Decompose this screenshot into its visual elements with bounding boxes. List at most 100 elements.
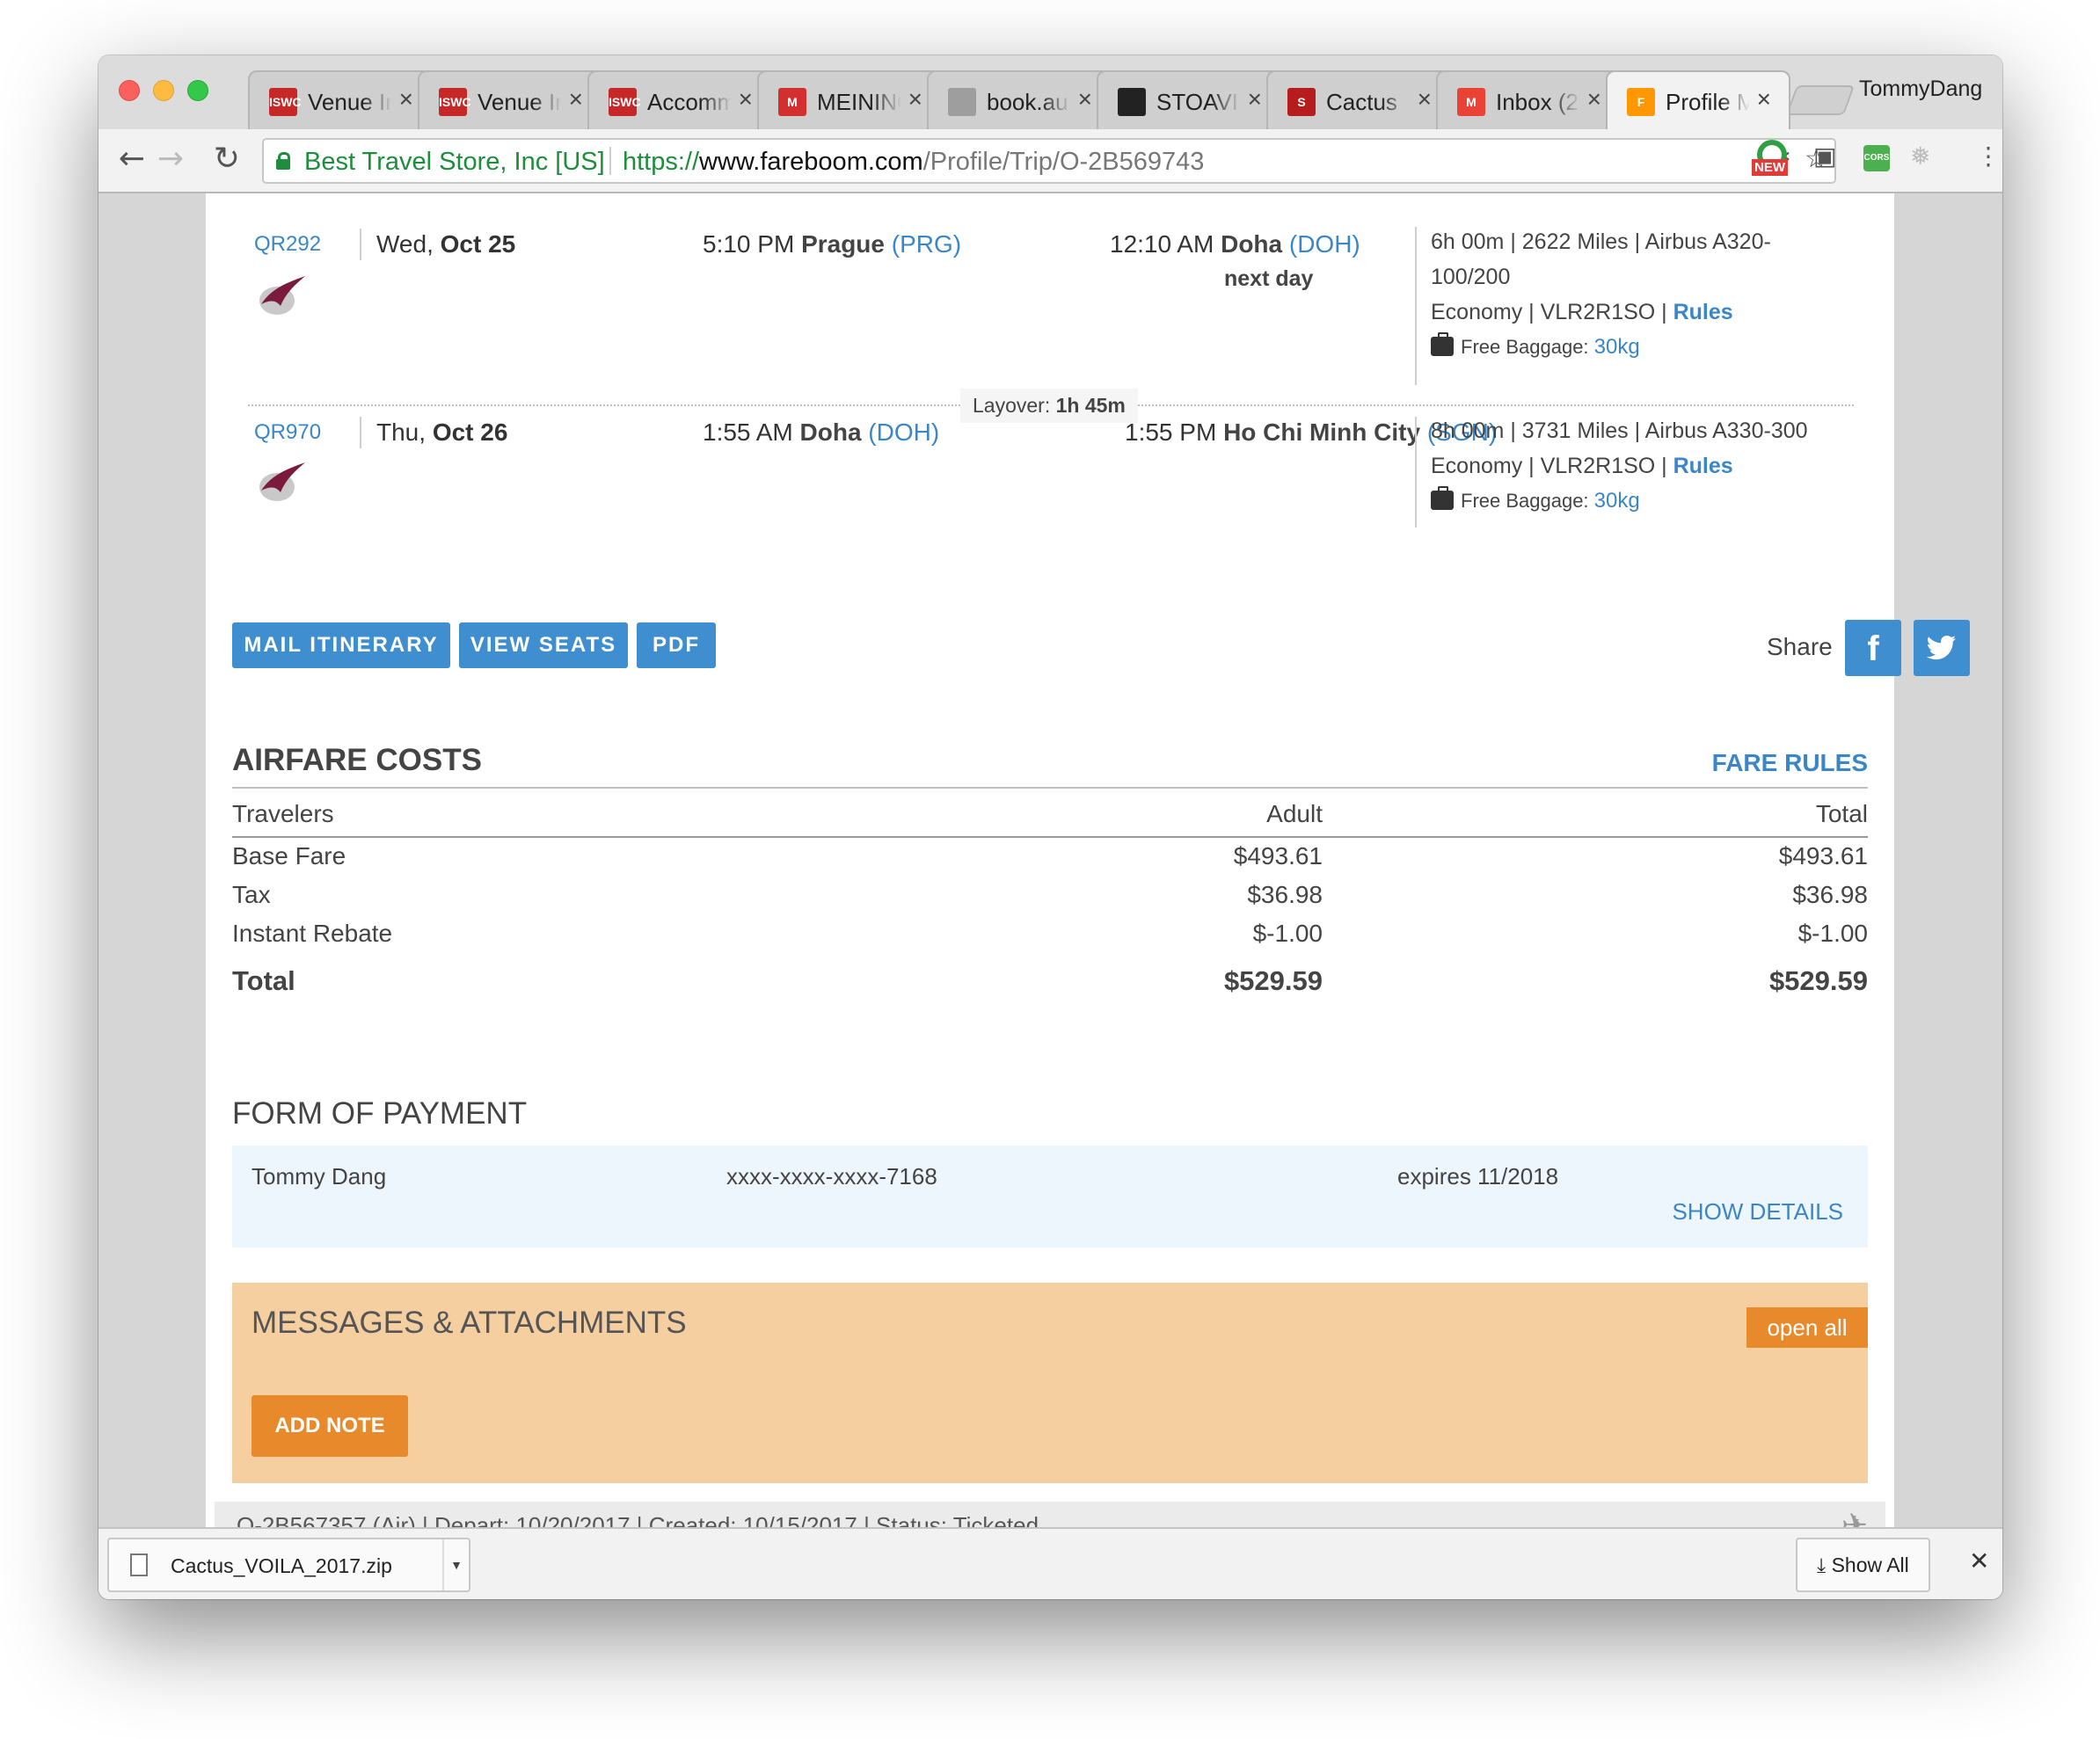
cabin-class: Economy | VLR2R1SO | xyxy=(1431,454,1667,478)
tab-close-icon[interactable]: × xyxy=(1248,85,1262,113)
tab-close-icon[interactable]: × xyxy=(1078,85,1092,113)
qatar-airways-logo-icon xyxy=(259,276,305,315)
new-tab-button[interactable] xyxy=(1785,85,1856,115)
address-bar[interactable]: Best Travel Store, Inc [US] https://www.… xyxy=(262,138,1836,184)
close-window-button[interactable] xyxy=(119,80,140,101)
mail-itinerary-button[interactable]: MAIL ITINERARY xyxy=(232,622,450,668)
tab-title: Profile My Trips xyxy=(1666,89,1750,116)
download-item[interactable]: Cactus_VOILA_2017.zip ▼ xyxy=(107,1538,470,1592)
tab-close-icon[interactable]: × xyxy=(1418,85,1432,113)
rules-link[interactable]: Rules xyxy=(1673,300,1733,324)
browser-tab[interactable]: S Cactus × xyxy=(1266,70,1451,129)
table-header-divider xyxy=(232,836,1868,838)
tab-close-icon[interactable]: × xyxy=(399,85,413,113)
flight-date: Thu, Oct 26 xyxy=(376,418,507,447)
cost-adult: $-1.00 xyxy=(1252,920,1323,947)
browser-tab[interactable]: ISWC Venue Information × xyxy=(418,70,602,129)
column-total: Total xyxy=(1815,800,1868,827)
trip-summary-text: O-2B567357 (Air) | Depart: 10/20/2017 | … xyxy=(237,1512,1039,1527)
forward-arrow-icon[interactable]: → xyxy=(153,140,188,178)
iswc-icon: ISWC xyxy=(439,88,471,116)
twitter-share-button[interactable] xyxy=(1914,620,1970,676)
baggage-label: Free Baggage: xyxy=(1461,336,1589,358)
baggage-allowance[interactable]: 30kg xyxy=(1594,335,1640,359)
extension-puzzle-icon[interactable]: ❅ xyxy=(1910,142,1930,171)
cost-header-row: Travelers Adult Total xyxy=(232,800,1868,835)
tab-close-icon[interactable]: × xyxy=(1587,85,1601,113)
meininger-icon: M xyxy=(778,88,806,116)
browser-tab[interactable]: STOAVIS × xyxy=(1097,70,1281,129)
browser-tab[interactable]: ISWCAccommodation × xyxy=(587,70,772,129)
show-all-label: Show All xyxy=(1831,1553,1909,1576)
chevron-down-icon[interactable]: ▼ xyxy=(442,1539,469,1590)
arrival: 12:10 AM Doha (DOH) xyxy=(1110,230,1360,258)
flight-day: Thu, xyxy=(376,418,427,446)
trip-summary-bar[interactable]: O-2B567357 (Air) | Depart: 10/20/2017 | … xyxy=(215,1502,1885,1527)
maximize-window-button[interactable] xyxy=(187,80,208,101)
baggage-label: Free Baggage: xyxy=(1461,490,1589,512)
flight-number[interactable]: QR970 xyxy=(254,420,321,445)
browser-tab[interactable]: ISWCVenue Information × xyxy=(248,70,433,129)
tab-title: Venue Information xyxy=(478,89,562,116)
extension-new-icon[interactable]: NEW xyxy=(1752,140,1794,180)
browser-tab[interactable]: book.au × xyxy=(927,70,1112,129)
flight-info: 6h 00m | 2622 Miles | Airbus A320-100/20… xyxy=(1431,224,1809,365)
flight-day: Wed, xyxy=(376,230,434,258)
facebook-share-button[interactable]: f xyxy=(1845,620,1901,676)
cost-label: Base Fare xyxy=(232,842,346,870)
layover-badge: Layover: 1h 45m xyxy=(960,389,1138,423)
pdf-button[interactable]: PDF xyxy=(637,622,716,668)
show-details-link[interactable]: SHOW DETAILS xyxy=(1672,1198,1843,1226)
browser-toolbar: ← → ↻ Best Travel Store, Inc [US] https:… xyxy=(98,129,2002,193)
tab-title: book.au xyxy=(987,89,1071,116)
fare-rules-link[interactable]: FARE RULES xyxy=(1712,749,1868,777)
minimize-window-button[interactable] xyxy=(153,80,174,101)
download-icon: ⤓ xyxy=(1817,1553,1827,1576)
flight-duration-aircraft: 6h 00m | 2622 Miles | Airbus A320-100/20… xyxy=(1431,229,1771,289)
cost-adult: $493.61 xyxy=(1233,842,1323,870)
tab-close-icon[interactable]: × xyxy=(908,85,922,113)
profile-name[interactable]: TommyDang xyxy=(1859,76,1982,102)
departure-code[interactable]: (DOH) xyxy=(868,418,939,446)
tab-title: Accommodation xyxy=(647,89,732,116)
baggage-icon xyxy=(1431,332,1454,356)
flight-date: Wed, Oct 25 xyxy=(376,230,515,258)
departure-code[interactable]: (PRG) xyxy=(892,230,961,258)
view-seats-button[interactable]: VIEW SEATS xyxy=(459,622,628,668)
browser-tab[interactable]: M MEININGER × xyxy=(757,70,942,129)
tab-close-icon[interactable]: × xyxy=(569,85,583,113)
close-icon[interactable]: ✕ xyxy=(1969,1546,1989,1575)
cost-total: $36.98 xyxy=(1792,881,1868,908)
reload-icon[interactable]: ↻ xyxy=(209,140,244,178)
messages-panel: MESSAGES & ATTACHMENTS open all ADD NOTE xyxy=(232,1283,1868,1483)
baggage-info: Free Baggage: 30kg xyxy=(1431,330,1809,365)
share-label: Share xyxy=(1767,633,1833,660)
site-identity[interactable]: Best Travel Store, Inc [US] xyxy=(304,148,605,177)
card-expiry: expires 11/2018 xyxy=(1397,1163,1559,1190)
cabin-class: Economy | VLR2R1SO | xyxy=(1431,300,1667,324)
arrival-code[interactable]: (DOH) xyxy=(1289,230,1360,258)
tab-close-icon[interactable]: × xyxy=(1757,85,1771,113)
rules-link[interactable]: Rules xyxy=(1673,454,1733,478)
open-all-button[interactable]: open all xyxy=(1746,1307,1868,1348)
url-host: www.fareboom.com xyxy=(699,148,923,176)
next-day-note: next day xyxy=(1224,266,1314,291)
browser-tab[interactable]: M Inbox (2) × xyxy=(1436,70,1621,129)
tab-title: Cactus xyxy=(1326,89,1411,116)
iswc-icon: ISWC xyxy=(269,88,302,116)
cost-label: Tax xyxy=(232,881,271,908)
url-text[interactable]: https://www.fareboom.com/Profile/Trip/O-… xyxy=(623,148,1204,177)
cast-icon[interactable]: ▣ xyxy=(1813,142,1836,171)
twitter-bird-icon xyxy=(1926,636,1956,660)
back-arrow-icon[interactable]: ← xyxy=(114,140,149,178)
browser-tab[interactable]: F Profile My Trips × xyxy=(1606,70,1790,129)
baggage-allowance[interactable]: 30kg xyxy=(1594,489,1640,513)
flight-number[interactable]: QR292 xyxy=(254,232,321,257)
add-note-button[interactable]: ADD NOTE xyxy=(252,1395,408,1457)
column-adult: Adult xyxy=(1266,800,1323,827)
menu-kebab-icon[interactable]: ⋮ xyxy=(1976,142,2001,171)
tab-close-icon[interactable]: × xyxy=(739,85,753,113)
tab-title: Venue Information xyxy=(308,89,392,116)
cors-extension-icon[interactable]: CORS xyxy=(1863,145,1890,171)
show-all-downloads-button[interactable]: ⤓ Show All xyxy=(1796,1538,1930,1592)
